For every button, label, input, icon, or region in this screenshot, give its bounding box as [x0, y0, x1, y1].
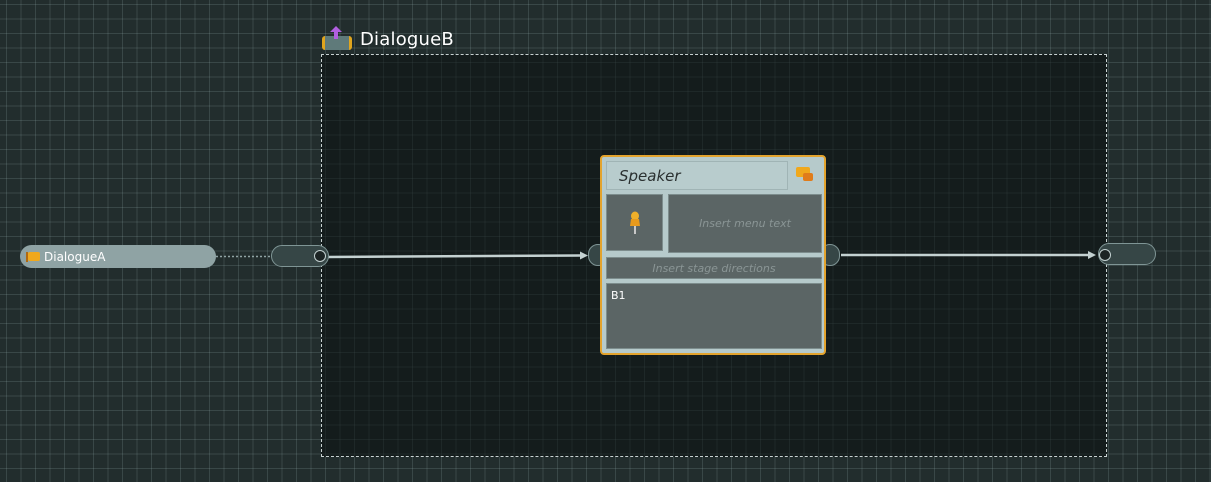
dialogue-text-field[interactable]: B1 [606, 283, 822, 349]
stage-directions-field[interactable]: Insert stage directions [606, 257, 822, 279]
output-arrowhead [1088, 251, 1096, 259]
start-node[interactable]: DialogueA [20, 245, 216, 268]
container-output-connector[interactable] [1099, 249, 1111, 261]
chat-bubbles-icon[interactable] [796, 167, 816, 183]
container-input-connector[interactable] [314, 250, 326, 262]
start-node-label: DialogueA [44, 249, 106, 264]
speaker-portrait-slot[interactable] [606, 194, 663, 251]
speaker-field[interactable]: Speaker [606, 161, 788, 190]
dialogue-node[interactable]: Speaker Insert menu text Insert stage di… [600, 155, 826, 355]
input-arrowhead [580, 251, 588, 260]
flag-icon [26, 251, 40, 262]
menu-text-field[interactable]: Insert menu text [668, 194, 822, 253]
pushpin-icon [630, 211, 640, 234]
flow-canvas[interactable]: DialogueB DialogueA Speaker Insert menu … [0, 0, 1211, 482]
input-connection-line [326, 254, 581, 259]
